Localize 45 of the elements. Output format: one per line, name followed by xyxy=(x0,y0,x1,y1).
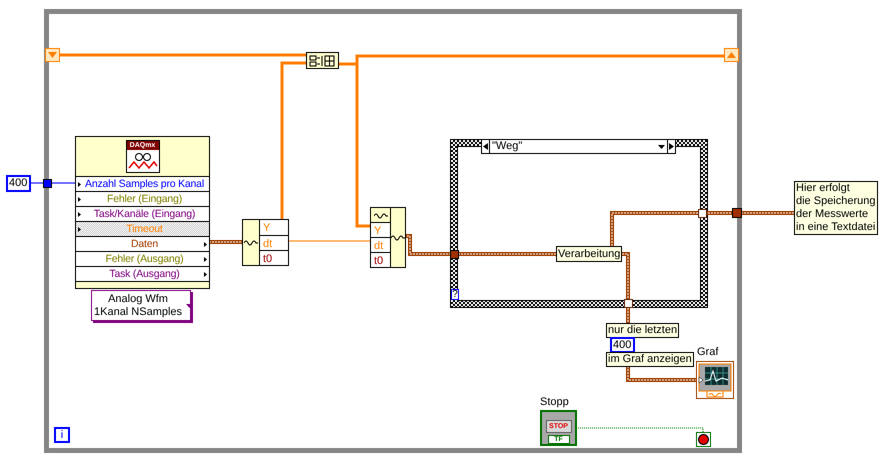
terminal-label: Timeout xyxy=(126,222,163,236)
loop-tunnel xyxy=(43,179,52,188)
terminal-label: Task/Kanäle (Eingang) xyxy=(94,208,196,220)
case-tunnel xyxy=(450,250,459,259)
waveform-icon xyxy=(374,212,388,218)
terminal-label: Anzahl Samples pro Kanal xyxy=(85,178,204,190)
numeric-constant: 400 xyxy=(610,337,635,353)
case-selector[interactable]: "Weg" xyxy=(481,139,676,154)
terminal-label: Y xyxy=(374,225,382,237)
comment-label: Hier erfolgt die Speicherung der Messwerte in eine Textdatei xyxy=(794,181,878,235)
terminal-label: t0 xyxy=(263,253,272,265)
dropdown-arrow-icon xyxy=(186,304,190,308)
up-triangle-icon xyxy=(727,52,736,58)
decrement-arrow-icon[interactable] xyxy=(483,143,488,150)
comment-label: Verarbeitung xyxy=(556,246,622,262)
comment-label: nur die letzten xyxy=(606,323,680,338)
iteration-terminal: i xyxy=(54,427,70,443)
loop-tunnel xyxy=(732,208,742,218)
comment-label: im Graf anzeigen xyxy=(606,352,694,367)
case-tunnel xyxy=(698,209,707,218)
terminal-label: dt xyxy=(263,238,272,250)
selector-text: Analog Wfm xyxy=(108,292,168,306)
terminal-label: dt xyxy=(374,240,384,252)
terminal-label: Daten xyxy=(130,238,158,250)
wire xyxy=(622,252,630,324)
terminal-label: Task (Ausgang) xyxy=(109,268,180,280)
selector-text: 1Kanal NSamples xyxy=(94,306,182,318)
case-name: "Weg" xyxy=(492,140,524,153)
dropdown-arrow-icon xyxy=(658,144,665,148)
build-array-icon xyxy=(309,54,336,66)
graph-label: Graf xyxy=(697,346,718,359)
increment-arrow-icon[interactable] xyxy=(669,143,674,150)
polymorphic-selector[interactable]: Analog Wfm 1Kanal NSamples xyxy=(91,290,191,321)
terminal-label: Y xyxy=(263,222,270,234)
numeric-constant: 400 xyxy=(6,175,31,192)
stop-condition-icon xyxy=(696,432,711,447)
terminal-label: Fehler (Ausgang) xyxy=(106,252,184,266)
stop-label: Stopp xyxy=(540,396,569,409)
terminal-label: t0 xyxy=(374,255,384,267)
down-triangle-icon xyxy=(48,52,57,58)
terminal-label: Fehler (Eingang) xyxy=(106,192,182,206)
graph-terminal-icon xyxy=(696,361,734,399)
wire xyxy=(30,182,76,184)
default-case-terminal: ? xyxy=(451,289,459,300)
case-tunnel xyxy=(624,299,633,308)
